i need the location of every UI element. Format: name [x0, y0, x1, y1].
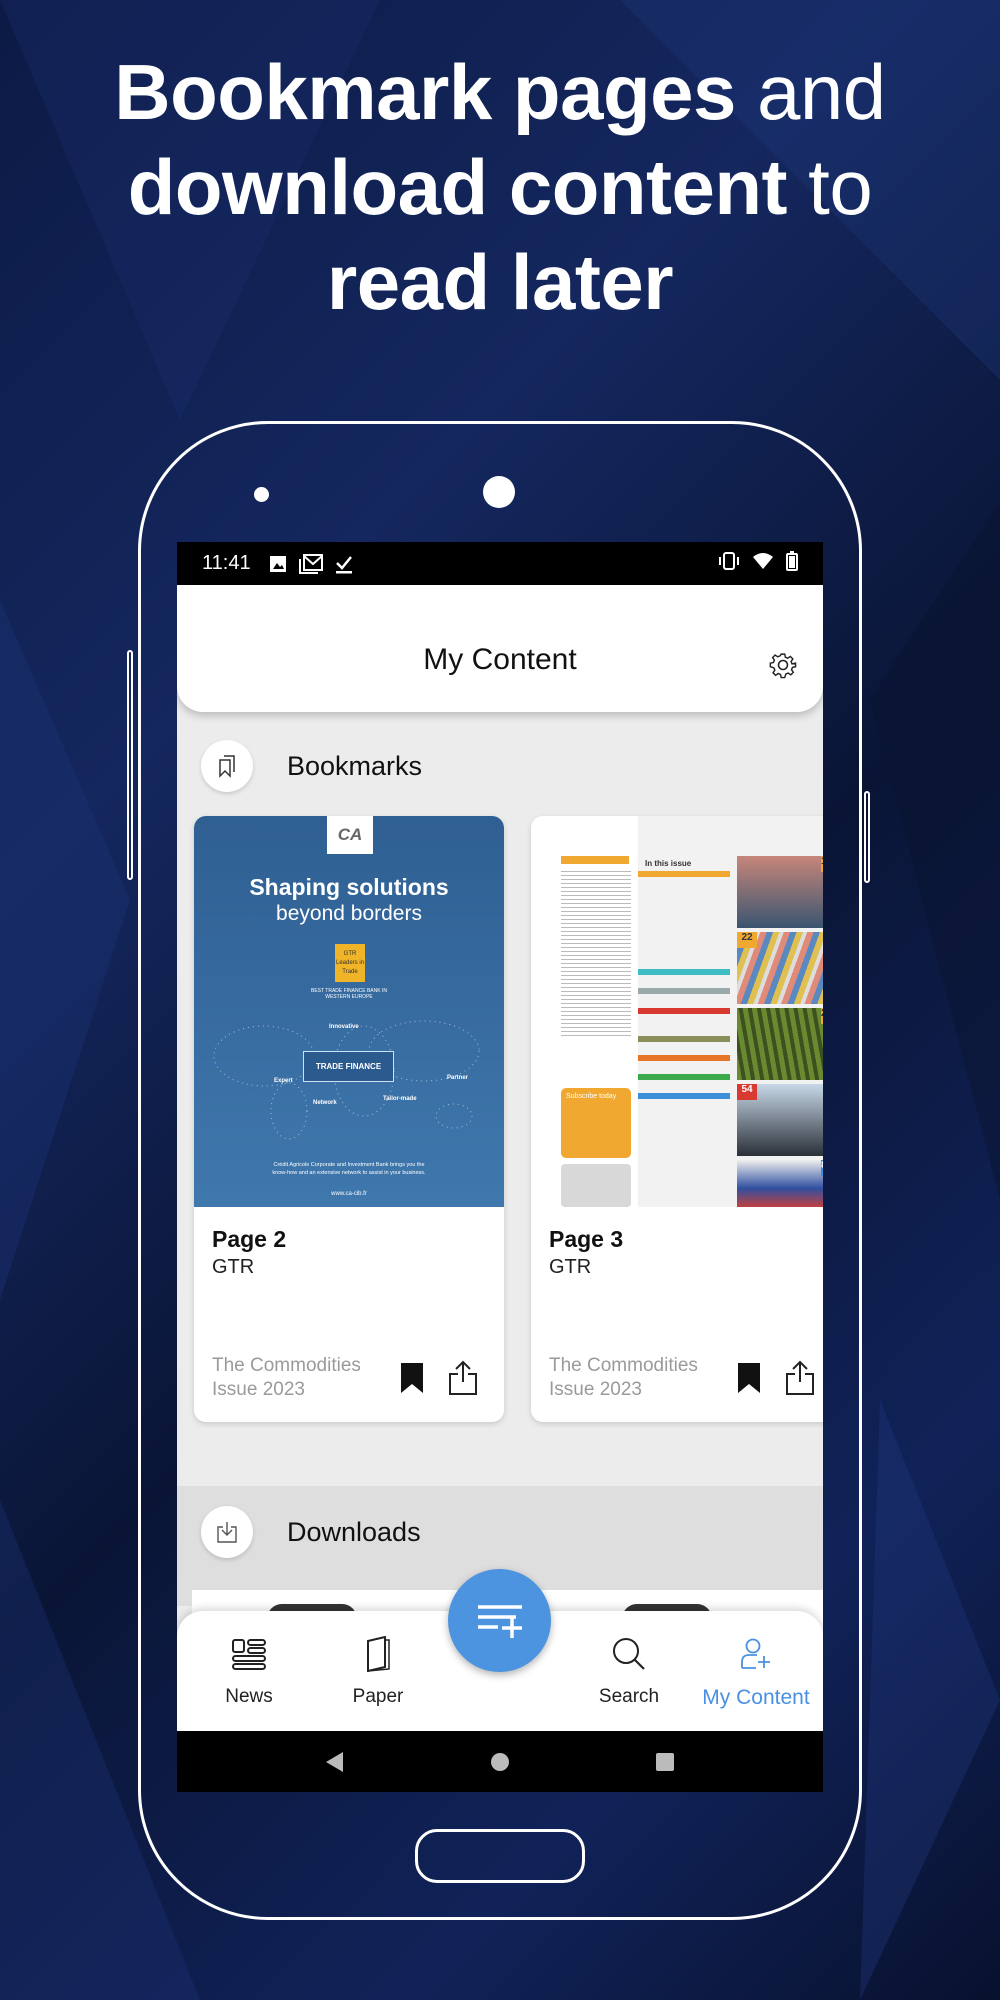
- bookmark-card[interactable]: CA Shaping solutions beyond borders GTR …: [194, 816, 504, 1422]
- map-label: Network: [313, 1100, 337, 1106]
- card-source: GTR: [549, 1256, 592, 1278]
- playlist-add-icon: [477, 1604, 522, 1638]
- add-user-icon: [696, 1631, 816, 1676]
- app-screen: 11:41 My Content Bookmarks CA Shaping so…: [177, 542, 823, 1792]
- card-publication: The Commodities Issue 2023: [212, 1355, 361, 1400]
- phone-home-button: [415, 1829, 585, 1883]
- app-header: My Content: [177, 585, 823, 712]
- bookmark-filled-icon[interactable]: [737, 1362, 761, 1399]
- card-page: Page 3: [549, 1226, 624, 1252]
- paper-icon: [318, 1631, 438, 1676]
- thumb-body: Crédit Agricole Corporate and Investment…: [272, 1162, 426, 1176]
- thumb-page-number: 54: [737, 1084, 757, 1100]
- map-label: Partner: [447, 1075, 469, 1081]
- thumb-subheadline: beyond borders: [276, 902, 422, 925]
- thumb-url: www.ca-cib.fr: [331, 1191, 367, 1197]
- nav-item-my-content[interactable]: My Content: [696, 1611, 816, 1710]
- downloads-section-header: Downloads: [177, 1492, 823, 1572]
- thumb-heading: In this issue: [645, 859, 692, 868]
- ca-logo: CA: [327, 816, 373, 854]
- thumb-page-number: 22: [737, 932, 757, 948]
- award-badge: GTR Leaders in Trade: [335, 944, 365, 982]
- card-source: GTR: [212, 1256, 255, 1278]
- share-icon[interactable]: [785, 1360, 815, 1401]
- bookmarks-section-header: Bookmarks: [177, 726, 823, 806]
- battery-icon: [786, 550, 798, 577]
- nav-label: My Content: [702, 1686, 810, 1709]
- thumb-page-number: 18: [821, 856, 823, 872]
- phone-side-button: [127, 650, 133, 880]
- trade-finance-box: TRADE FINANCE: [303, 1051, 394, 1082]
- nav-item-search[interactable]: Search: [569, 1611, 689, 1708]
- promo-headline: Bookmark pages and download content to r…: [114, 48, 886, 326]
- phone-sensor: [254, 487, 269, 502]
- vibrate-icon: [718, 551, 740, 576]
- download-icon: [201, 1506, 253, 1558]
- gear-icon[interactable]: [769, 651, 797, 684]
- phone-camera: [483, 476, 515, 508]
- nav-item-news[interactable]: News: [189, 1611, 309, 1708]
- bookmark-filled-icon[interactable]: [400, 1362, 424, 1399]
- status-time: 11:41: [202, 552, 251, 574]
- task-check-icon: [335, 554, 353, 574]
- nav-label: Paper: [352, 1686, 404, 1707]
- phone-side-button: [864, 791, 870, 883]
- search-icon: [569, 1631, 689, 1676]
- home-icon[interactable]: [490, 1752, 510, 1772]
- page-thumbnail[interactable]: CA Shaping solutions beyond borders GTR …: [194, 816, 504, 1207]
- bookmark-card[interactable]: Subscribe today In this issue 18 22 24 5…: [531, 816, 823, 1422]
- map-label: Tailor-made: [383, 1096, 417, 1102]
- page-title: My Content: [423, 643, 577, 676]
- news-icon: [189, 1631, 309, 1676]
- award-text: BEST TRADE FINANCE BANK IN WESTERN EUROP…: [311, 988, 387, 1000]
- bookmarks-title: Bookmarks: [287, 750, 423, 781]
- nav-item-paper[interactable]: Paper: [318, 1611, 438, 1708]
- nav-label: Search: [598, 1686, 660, 1707]
- thumb-headline: Shaping solutions: [249, 874, 449, 900]
- recents-icon[interactable]: [655, 1752, 675, 1772]
- thumb-page-number: 80: [821, 1160, 823, 1176]
- share-icon[interactable]: [448, 1360, 478, 1401]
- downloads-title: Downloads: [287, 1516, 421, 1547]
- back-icon[interactable]: [325, 1751, 345, 1773]
- image-icon: [269, 555, 287, 573]
- gmail-icon: [298, 553, 323, 574]
- android-nav-bar: [177, 1731, 823, 1792]
- status-bar: 11:41: [177, 542, 823, 585]
- wifi-icon: [752, 552, 774, 576]
- thumb-page-number: 24: [821, 1008, 823, 1024]
- map-label: Expert: [274, 1078, 293, 1084]
- nav-label: News: [225, 1686, 273, 1707]
- bookmarks-icon: [201, 740, 253, 792]
- card-publication: The Commodities Issue 2023: [549, 1355, 698, 1400]
- map-label: Innovative: [329, 1024, 359, 1030]
- page-thumbnail[interactable]: Subscribe today In this issue 18 22 24 5…: [531, 816, 823, 1207]
- card-page: Page 2: [212, 1226, 287, 1252]
- subscribe-box: Subscribe today: [561, 1088, 631, 1158]
- playlist-add-button[interactable]: [448, 1569, 551, 1672]
